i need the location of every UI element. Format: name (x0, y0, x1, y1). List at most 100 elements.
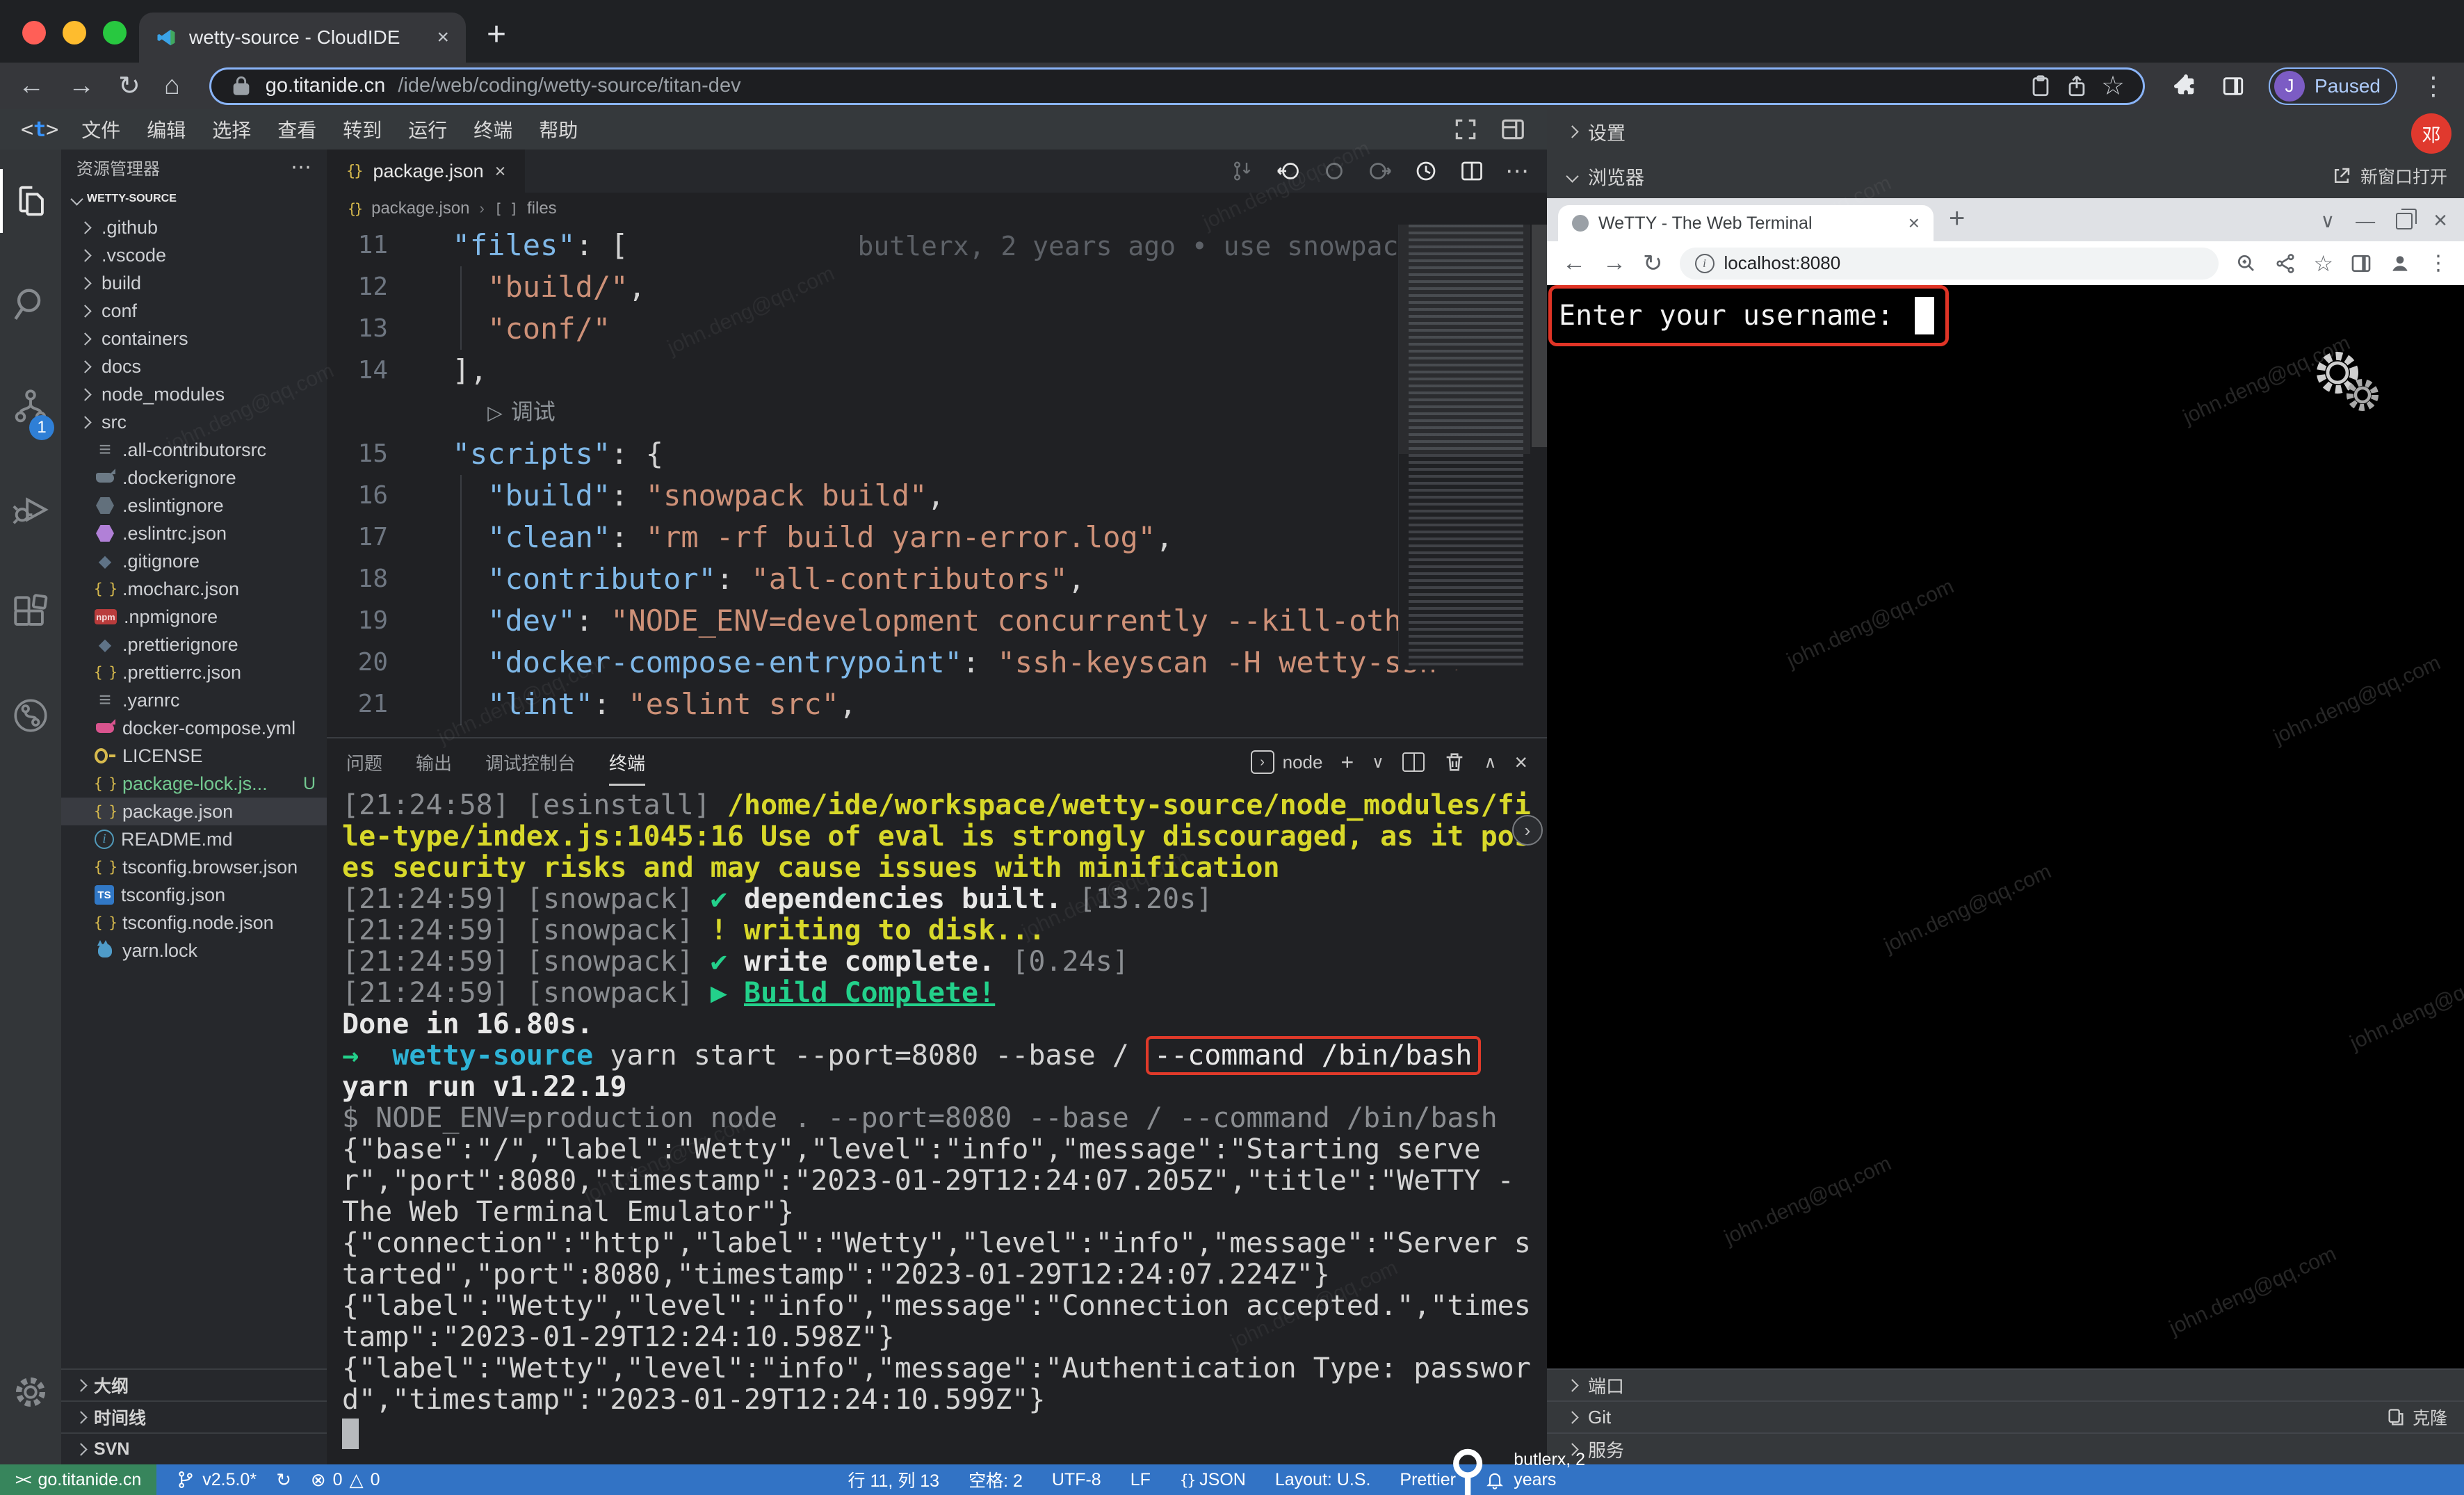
preview-tab-close-icon[interactable]: × (1908, 212, 1920, 234)
minimize-window-button[interactable] (63, 21, 86, 45)
preview-dropdown-icon[interactable]: ∨ (2321, 209, 2335, 232)
menu-item[interactable]: 帮助 (526, 115, 591, 143)
tree-item-tsconfig-browser-json[interactable]: tsconfig.browser.json (61, 853, 327, 881)
preview-sidepanel-icon[interactable] (2350, 252, 2372, 275)
address-bar[interactable]: go.titanide.cn /ide/web/coding/wetty-sou… (209, 67, 2145, 105)
ports-section-row[interactable]: 端口 (1547, 1368, 2464, 1400)
tree-item-docker-compose-yml[interactable]: docker-compose.yml (61, 714, 327, 742)
menu-item[interactable]: 终端 (460, 115, 526, 143)
explorer-files-icon[interactable] (0, 150, 61, 252)
terminal-dropdown-icon[interactable]: ∨ (1372, 752, 1384, 773)
code-line[interactable]: 19"dev": "NODE_ENV=development concurren… (327, 600, 1547, 642)
preview-kebab-icon[interactable]: ⋮ (2428, 251, 2449, 275)
menu-item[interactable]: 文件 (68, 115, 133, 143)
preview-reload-icon[interactable]: ↻ (1643, 250, 1663, 277)
tree-item--eslintignore[interactable]: .eslintignore (61, 492, 327, 519)
git-clone-button[interactable]: 克隆 (2386, 1405, 2447, 1430)
encoding[interactable]: UTF-8 (1052, 1470, 1101, 1490)
kill-terminal-trash-icon[interactable] (1443, 750, 1466, 774)
breadcrumb-symbol[interactable]: files (527, 199, 557, 218)
editor-tab-close-icon[interactable]: × (495, 161, 506, 182)
panel-expand-chevron-icon[interactable]: › (1512, 815, 1543, 846)
tree-item-tsconfig-node-json[interactable]: tsconfig.node.json (61, 909, 327, 937)
site-info-icon[interactable]: i (1695, 254, 1715, 273)
panel-tab-输出[interactable]: 输出 (416, 738, 452, 786)
home-icon[interactable]: ⌂ (164, 71, 180, 101)
tree-item-docs[interactable]: docs (61, 353, 327, 380)
close-panel-icon[interactable]: × (1514, 750, 1527, 775)
code-line[interactable]: 13"conf/" (327, 308, 1547, 350)
tree-root[interactable]: WETTY-SOURCE (61, 184, 327, 213)
problems-item[interactable]: ⊗ 0 △ 0 (311, 1469, 380, 1491)
breadcrumb-file[interactable]: package.json (371, 199, 469, 218)
terminal-output[interactable]: [21:24:58] [esinstall] /home/ide/workspa… (327, 786, 1534, 1464)
preview-new-tab-icon[interactable]: + (1949, 203, 1965, 234)
panel-tab-问题[interactable]: 问题 (346, 738, 382, 786)
preview-bookmark-icon[interactable]: ☆ (2313, 250, 2333, 277)
preview-profile-icon[interactable] (2389, 252, 2411, 275)
notifications-bell-icon[interactable] (1485, 1470, 1505, 1489)
cursor-position[interactable]: 行 11, 列 13 (848, 1467, 940, 1492)
side-panel-icon[interactable] (2221, 74, 2245, 98)
wetty-settings-gears-icon[interactable] (2304, 348, 2388, 428)
tree-item--mocharc-json[interactable]: .mocharc.json (61, 575, 327, 603)
language-mode[interactable]: {} JSON (1180, 1470, 1246, 1490)
tree-item-LICENSE[interactable]: LICENSE (61, 742, 327, 770)
search-icon[interactable] (0, 252, 61, 355)
user-avatar[interactable]: 邓 (2411, 113, 2451, 154)
clipboard-icon[interactable] (2029, 74, 2052, 98)
panel-tab-终端[interactable]: 终端 (609, 738, 645, 786)
browser-section-row[interactable]: 浏览器 新窗口打开 (1547, 154, 2464, 198)
tree-item-tsconfig-json[interactable]: tsconfig.json (61, 881, 327, 909)
sidebar-section-timeline[interactable]: 时间线 (61, 1400, 327, 1432)
minimap[interactable] (1398, 225, 1530, 670)
menu-item[interactable]: 编辑 (133, 115, 199, 143)
toggle-fullscreen-icon[interactable] (1452, 116, 1479, 143)
previous-change-icon[interactable] (1276, 159, 1301, 184)
preview-close-icon[interactable]: × (2433, 207, 2447, 234)
editor-tab-package-json[interactable]: {} package.json × (327, 150, 525, 193)
preview-restore-icon[interactable] (2396, 213, 2413, 229)
extensions-icon[interactable] (0, 561, 61, 664)
sidebar-section-svn[interactable]: SVN (61, 1432, 327, 1464)
tree-item-build[interactable]: build (61, 269, 327, 297)
sync-changes-item[interactable]: ↻ (276, 1469, 291, 1491)
editor-scrollbar[interactable] (1532, 225, 1547, 447)
split-terminal-icon[interactable] (1402, 752, 1425, 772)
panel-tab-调试控制台[interactable]: 调试控制台 (485, 738, 576, 786)
tree-item--prettierignore[interactable]: .prettierignore (61, 631, 327, 658)
code-line[interactable]: 21"lint": "eslint src", (327, 684, 1547, 725)
codelens-label[interactable]: 调试 (511, 399, 556, 424)
tree-item--dockerignore[interactable]: .dockerignore (61, 464, 327, 492)
zoom-window-button[interactable] (103, 21, 127, 45)
sidebar-section-outline[interactable]: 大纲 (61, 1368, 327, 1400)
current-change-icon[interactable] (1322, 159, 1347, 184)
code-editor[interactable]: 11"files": [butlerx, 2 years ago • use s… (327, 225, 1547, 737)
preview-tab[interactable]: WeTTY - The Web Terminal × (1558, 205, 1934, 241)
customize-layout-icon[interactable] (1500, 116, 1526, 143)
codelens-debug[interactable]: ▷调试 (327, 391, 1547, 433)
svn-icon[interactable] (0, 664, 61, 767)
tree-item-conf[interactable]: conf (61, 297, 327, 325)
tree-item-src[interactable]: src (61, 408, 327, 436)
source-control-icon[interactable]: 1 (0, 355, 61, 458)
code-line[interactable]: 18"contributor": "all-contributors", (327, 558, 1547, 600)
new-terminal-icon[interactable]: + (1340, 750, 1354, 775)
menu-item[interactable]: 查看 (264, 115, 330, 143)
code-line[interactable]: 14], (327, 350, 1547, 391)
tree-item--yarnrc[interactable]: .yarnrc (61, 686, 327, 714)
bookmark-star-icon[interactable]: ☆ (2101, 70, 2125, 102)
tree-item--eslintrc-json[interactable]: .eslintrc.json (61, 519, 327, 547)
services-section-row[interactable]: 服务 (1547, 1432, 2464, 1464)
compare-changes-icon[interactable] (1230, 159, 1255, 184)
tree-item-package-json[interactable]: package.json (61, 798, 327, 825)
browser-profile-chip[interactable]: J Paused (2269, 67, 2397, 105)
browser-tab[interactable]: wetty-source - CloudIDE × (139, 13, 466, 63)
extensions-puzzle-icon[interactable] (2174, 74, 2198, 98)
settings-section-row[interactable]: 设置 (1547, 109, 2464, 154)
menu-item[interactable]: 选择 (199, 115, 264, 143)
code-line[interactable]: 20"docker-compose-entrypoint": "ssh-keys… (327, 642, 1547, 684)
share-icon[interactable] (2065, 74, 2089, 98)
code-line[interactable]: 11"files": [butlerx, 2 years ago • use s… (327, 225, 1547, 266)
code-line[interactable]: 16"build": "snowpack build", (327, 475, 1547, 517)
